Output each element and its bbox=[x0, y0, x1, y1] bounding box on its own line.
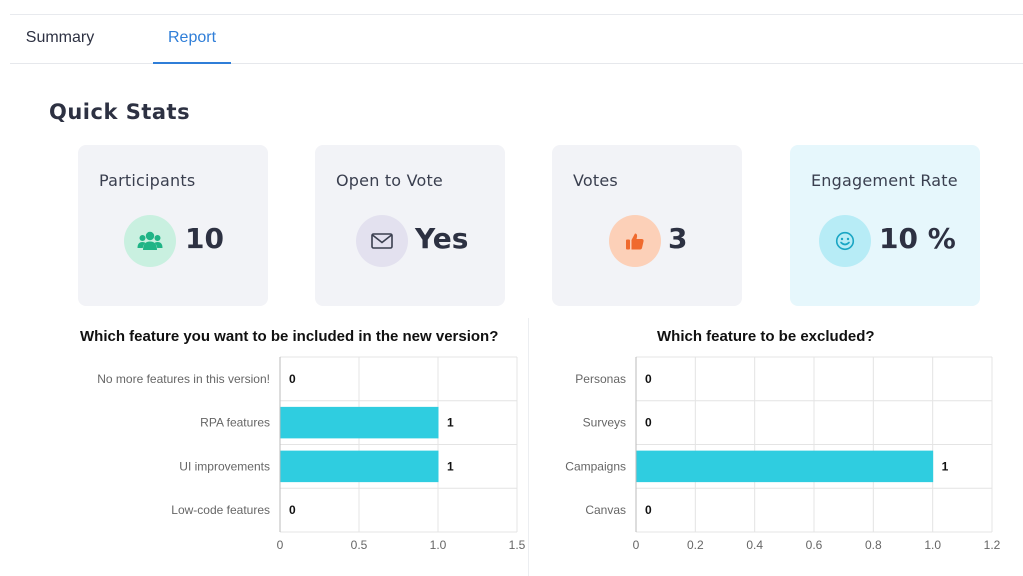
category-label: RPA features bbox=[200, 416, 270, 430]
data-label: 1 bbox=[447, 459, 454, 473]
stat-value: 3 bbox=[668, 222, 688, 255]
x-tick-label: 1.0 bbox=[430, 538, 447, 552]
stat-card-votes: Votes 3 bbox=[552, 145, 742, 306]
data-label: 0 bbox=[289, 503, 296, 517]
x-tick-label: 0.6 bbox=[806, 538, 823, 552]
top-border bbox=[10, 14, 1023, 15]
stat-card-engagement-rate: Engagement Rate 10 % bbox=[790, 145, 980, 306]
thumbs-up-icon bbox=[609, 215, 661, 267]
chart-divider bbox=[528, 318, 529, 576]
envelope-icon bbox=[356, 215, 408, 267]
x-tick-label: 1.0 bbox=[924, 538, 941, 552]
data-label: 1 bbox=[447, 416, 454, 430]
chart-title-excluded: Which feature to be excluded? bbox=[657, 328, 875, 345]
chart-title-included: Which feature you want to be included in… bbox=[80, 328, 499, 345]
stat-label: Votes bbox=[573, 171, 618, 190]
category-label: Personas bbox=[575, 372, 626, 386]
stat-label: Engagement Rate bbox=[811, 171, 958, 190]
x-tick-label: 1.2 bbox=[984, 538, 1001, 552]
bar[interactable] bbox=[280, 450, 439, 483]
category-label: Campaigns bbox=[565, 459, 626, 473]
stat-value: 10 % bbox=[879, 222, 956, 255]
x-tick-label: 1.5 bbox=[509, 538, 526, 552]
tab-bar: Summary Report bbox=[10, 18, 1023, 64]
category-label: No more features in this version! bbox=[97, 372, 270, 386]
x-tick-label: 0 bbox=[277, 538, 284, 552]
stat-label: Participants bbox=[99, 171, 196, 190]
tab-summary[interactable]: Summary bbox=[10, 18, 110, 62]
users-icon bbox=[124, 215, 176, 267]
category-label: Canvas bbox=[585, 503, 626, 517]
category-label: Surveys bbox=[583, 416, 626, 430]
data-label: 0 bbox=[645, 503, 652, 517]
data-label: 0 bbox=[645, 416, 652, 430]
stat-label: Open to Vote bbox=[336, 171, 443, 190]
smiley-icon bbox=[819, 215, 871, 267]
chart-excluded: 0 0.2 0.4 0.6 0.8 1.0 1.2 Personas 0 Surveys 0 Camp… bbox=[565, 356, 1001, 552]
stat-card-open-to-vote: Open to Vote Yes bbox=[315, 145, 505, 306]
data-label: 0 bbox=[289, 372, 296, 386]
stat-card-participants: Participants 10 bbox=[78, 145, 268, 306]
stat-value: 10 bbox=[185, 222, 224, 255]
chart-included: 0 0.5 1.0 1.5 No more features in this versi… bbox=[97, 356, 526, 552]
section-title: Quick Stats bbox=[49, 100, 191, 124]
data-label: 0 bbox=[645, 372, 652, 386]
x-tick-label: 0.2 bbox=[687, 538, 704, 552]
tab-report[interactable]: Report bbox=[153, 18, 231, 64]
category-label: UI improvements bbox=[179, 459, 270, 473]
data-label: 1 bbox=[942, 459, 949, 473]
bar[interactable] bbox=[636, 450, 934, 483]
x-tick-label: 0 bbox=[633, 538, 640, 552]
x-tick-label: 0.5 bbox=[351, 538, 368, 552]
x-tick-label: 0.4 bbox=[746, 538, 763, 552]
bar[interactable] bbox=[280, 406, 439, 439]
category-label: Low-code features bbox=[171, 503, 270, 517]
stat-value: Yes bbox=[415, 222, 469, 255]
x-tick-label: 0.8 bbox=[865, 538, 882, 552]
